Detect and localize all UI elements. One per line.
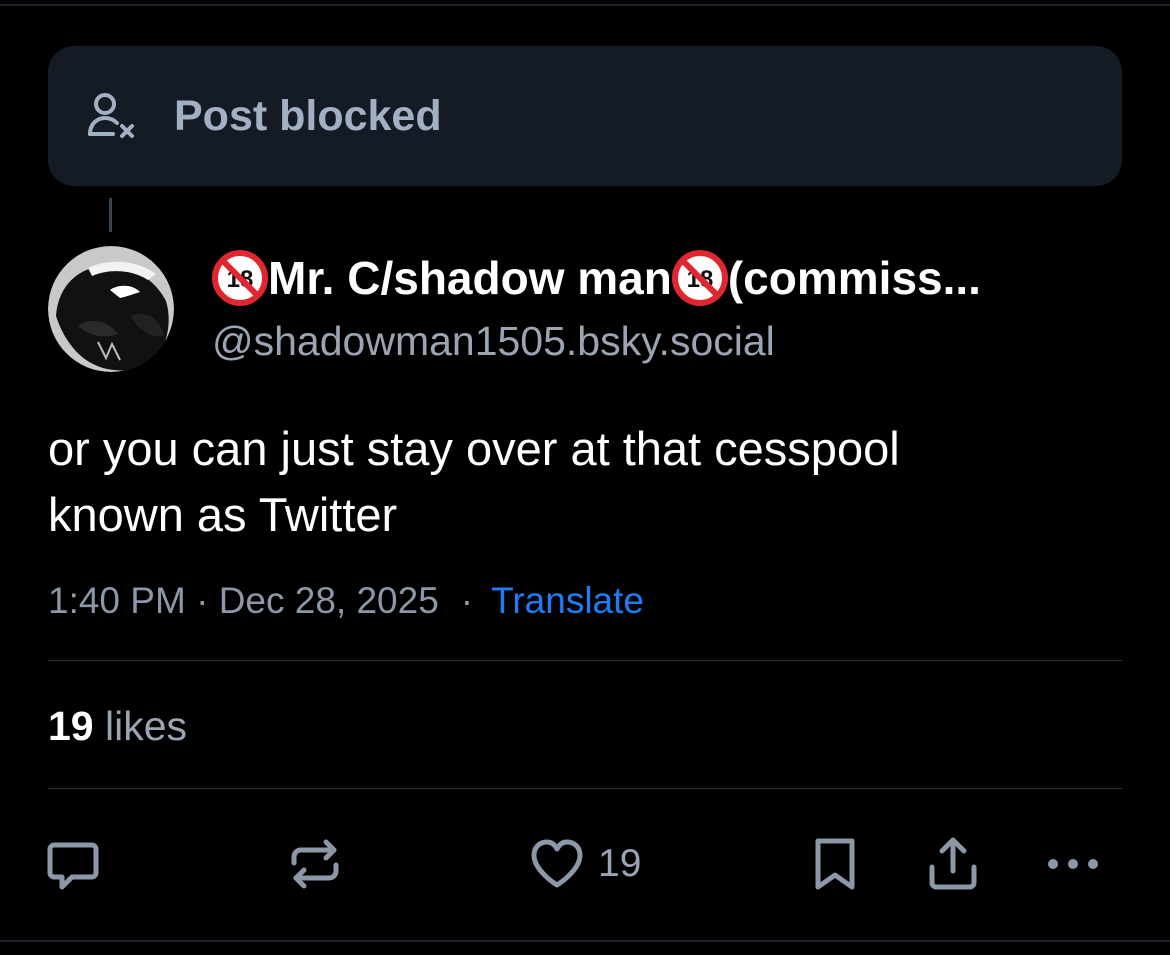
post-meta-row: 1:40 PM · Dec 28, 2025 · Translate	[48, 580, 644, 622]
author-handle[interactable]: @shadowman1505.bsky.social	[212, 318, 775, 365]
like-button[interactable]: 19	[528, 832, 641, 896]
bottom-divider	[0, 940, 1170, 942]
avatar[interactable]	[48, 246, 174, 372]
likes-count: 19	[48, 703, 94, 749]
post-text: or you can just stay over at that cesspo…	[48, 416, 1128, 548]
no-under-18-icon: 18	[671, 250, 728, 306]
reply-icon	[47, 842, 99, 890]
author-name-row[interactable]: 18 Mr. C/shadow man 18 (commiss...	[212, 248, 981, 308]
person-x-icon	[88, 93, 134, 138]
likes-stat[interactable]: 19 likes	[48, 703, 187, 750]
more-options-button[interactable]	[1044, 832, 1102, 896]
meta-separator: ·	[460, 580, 474, 621]
likes-label: likes	[93, 703, 188, 749]
reply-button[interactable]	[44, 832, 102, 896]
bookmark-button[interactable]	[806, 832, 864, 896]
like-count: 19	[598, 842, 642, 885]
blocked-post-card: Post blocked	[48, 46, 1122, 186]
share-button[interactable]	[924, 832, 982, 896]
more-icon	[1048, 859, 1098, 869]
author-display-name: Mr. C/shadow man	[268, 252, 672, 304]
heart-icon	[531, 839, 583, 888]
post-thread-view: Post blocked 18 Mr. C/shadow man 18 (com…	[0, 0, 1170, 955]
divider	[48, 660, 1122, 661]
repost-button[interactable]	[286, 832, 344, 896]
no-under-18-icon: 18	[212, 250, 268, 306]
author-display-name-suffix: (commiss...	[727, 252, 981, 304]
bookmark-icon	[815, 838, 855, 890]
blocked-label: Post blocked	[174, 91, 442, 140]
post-date: Dec 28, 2025	[218, 580, 439, 621]
divider	[48, 788, 1122, 789]
top-divider	[0, 4, 1170, 6]
thread-connector-line	[109, 198, 112, 232]
post-text-line: known as Twitter	[48, 488, 398, 541]
post-time: 1:40 PM	[48, 580, 186, 621]
translate-link[interactable]: Translate	[491, 580, 644, 622]
post-text-line: or you can just stay over at that cesspo…	[48, 422, 900, 475]
repost-icon	[291, 839, 339, 889]
date-separator: ·	[185, 580, 219, 621]
share-icon	[929, 837, 977, 890]
